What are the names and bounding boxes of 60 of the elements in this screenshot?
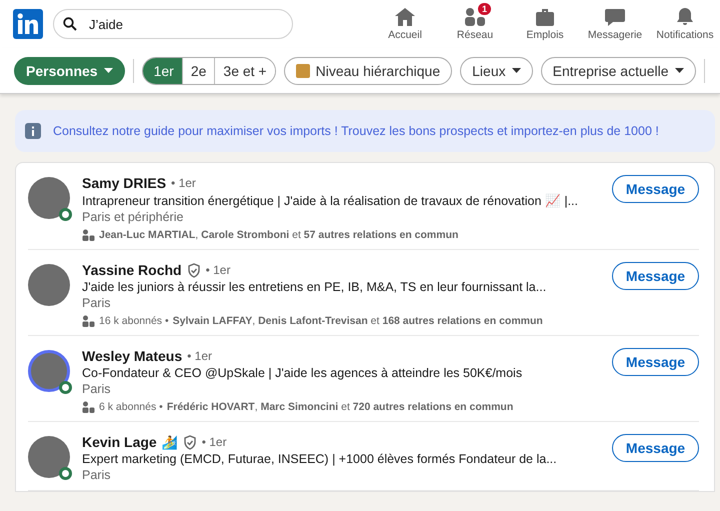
- filter-dropdown[interactable]: Entreprise actuelle: [540, 56, 696, 84]
- square-icon: [296, 64, 310, 78]
- filter-dropdown[interactable]: Lieux: [460, 56, 533, 84]
- location: Paris: [82, 382, 112, 396]
- emoji: 🏄: [162, 434, 178, 450]
- search-field[interactable]: J’aide: [53, 9, 293, 39]
- headline: J'aide les juniors à réussir les entretiens en PE, IB, M&A, TS en leur fournissant la...: [82, 280, 548, 294]
- nav-item[interactable]: Notifications: [650, 7, 720, 41]
- caret-icon: [512, 68, 521, 73]
- chat-icon: [604, 7, 626, 27]
- info-icon: [25, 123, 41, 139]
- caret-icon: [104, 68, 113, 73]
- follower-count: 6 k abonnés •: [99, 401, 163, 413]
- person-name[interactable]: Kevin Lage: [82, 434, 157, 450]
- avatar[interactable]: [28, 350, 70, 392]
- location: Paris: [82, 296, 112, 310]
- degree-filter-tab[interactable]: 1er: [142, 58, 182, 84]
- connection-degree: • 1er: [171, 176, 196, 190]
- briefcase-icon: [534, 7, 556, 27]
- nav-item[interactable]: Messagerie: [580, 7, 650, 41]
- people-icon: [464, 7, 486, 27]
- verified-shield-icon: [182, 434, 197, 450]
- nav-item[interactable]: Emplois: [510, 7, 580, 41]
- notification-count: 1: [477, 2, 492, 16]
- message-button[interactable]: Message: [612, 262, 699, 290]
- filter-chip[interactable]: Niveau hiérarchique: [284, 56, 452, 84]
- nav-item[interactable]: Accueil: [370, 7, 440, 41]
- avatar[interactable]: [28, 177, 70, 219]
- connection-degree: • 1er: [206, 263, 230, 277]
- follower-count: 16 k abonnés •: [99, 315, 169, 327]
- caret-icon: [674, 68, 684, 73]
- headline: Intrapreneur transition énergétique | J'aide à la réalisation de travaux de rénovation 📈 |...: [82, 193, 580, 208]
- connection-degree: • 1er: [187, 349, 212, 363]
- logo-icon[interactable]: [13, 9, 43, 39]
- person-name[interactable]: Wesley Mateus: [82, 348, 182, 364]
- people-icon: [82, 315, 95, 327]
- people-icon: [82, 229, 95, 241]
- message-button[interactable]: Message: [612, 434, 699, 462]
- home-icon: [394, 7, 416, 27]
- headline: Expert marketing (EMCD, Futurae, INSEEC) | +1000 élèves formés Fondateur de la...: [82, 452, 558, 466]
- banner-text[interactable]: Consultez notre guide pour maximiser vos imports ! Trouvez les bons prospects et importez-en plus de 1000 !: [53, 124, 659, 138]
- mutual-connections[interactable]: Jean-Luc MARTIAL, Carole Stromboni et 57 autres relations en commun: [99, 229, 458, 241]
- message-button[interactable]: Message: [612, 175, 699, 203]
- connection-degree: • 1er: [202, 435, 227, 449]
- person-name[interactable]: Samy DRIES: [82, 175, 166, 191]
- people-icon: [82, 401, 95, 413]
- type-filter-dropdown[interactable]: Personnes: [14, 56, 125, 84]
- headline: Co-Fondateur & CEO @UpSkale | J'aide les agences à atteindre les 50K€/mois: [82, 366, 524, 380]
- location: Paris: [82, 468, 112, 482]
- person-name[interactable]: Yassine Rochd: [82, 262, 182, 278]
- message-button[interactable]: Message: [612, 348, 699, 376]
- bell-icon: [674, 7, 696, 27]
- mutual-connections[interactable]: Sylvain LAFFAY, Denis Lafont-Trevisan et 168 autres relations en commun: [172, 315, 543, 327]
- verified-shield-icon: [186, 262, 201, 278]
- search-icon: [63, 17, 77, 31]
- avatar[interactable]: [28, 264, 70, 306]
- avatar[interactable]: [28, 436, 70, 478]
- mutual-connections[interactable]: Frédéric HOVART, Marc Simoncini et 720 autres relations en commun: [166, 401, 514, 413]
- location: Paris et périphérie: [82, 210, 184, 224]
- degree-filter-tab[interactable]: 3e et +: [214, 58, 275, 84]
